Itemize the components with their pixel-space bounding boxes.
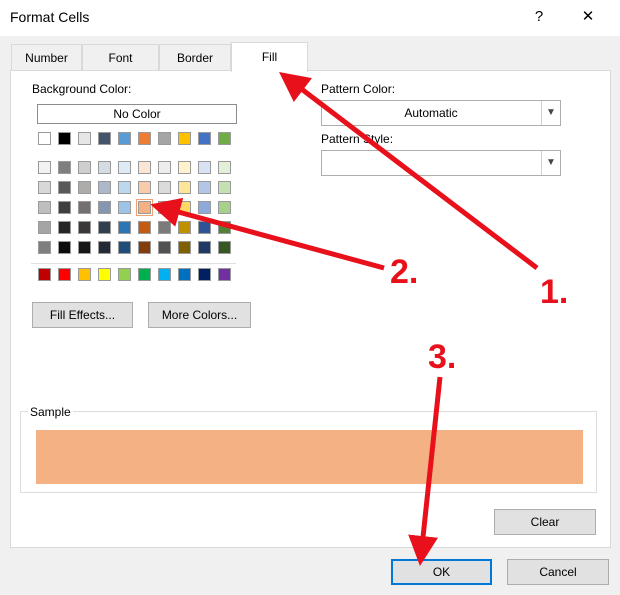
theme-tint-swatch[interactable]: [38, 221, 51, 234]
theme-color-swatch[interactable]: [98, 132, 111, 145]
theme-tint-swatch[interactable]: [218, 241, 231, 254]
background-color-label: Background Color:: [32, 82, 132, 96]
palette-divider: [31, 263, 236, 264]
theme-tint-swatch[interactable]: [158, 161, 171, 174]
theme-color-swatch[interactable]: [78, 132, 91, 145]
theme-tint-swatch[interactable]: [178, 241, 191, 254]
theme-tint-swatch[interactable]: [58, 181, 71, 194]
standard-color-swatch[interactable]: [178, 268, 191, 281]
theme-tint-swatch[interactable]: [178, 181, 191, 194]
theme-tint-swatch[interactable]: [178, 161, 191, 174]
theme-tint-swatch[interactable]: [138, 161, 151, 174]
theme-tint-swatch[interactable]: [198, 161, 211, 174]
more-colors-button[interactable]: More Colors...: [148, 302, 251, 328]
theme-tint-swatch[interactable]: [38, 201, 51, 214]
pattern-style-label: Pattern Style:: [321, 132, 394, 146]
theme-tint-swatch[interactable]: [118, 181, 131, 194]
theme-tint-swatch[interactable]: [58, 241, 71, 254]
pattern-color-value: Automatic: [404, 106, 458, 120]
theme-tint-swatch[interactable]: [138, 221, 151, 234]
tab-border[interactable]: Border: [159, 44, 231, 70]
standard-color-swatch[interactable]: [138, 268, 151, 281]
pattern-color-dropdown[interactable]: Automatic ▼: [321, 100, 561, 126]
theme-tint-swatch[interactable]: [218, 181, 231, 194]
theme-tint-swatch[interactable]: [118, 201, 131, 214]
tab-fill[interactable]: Fill: [231, 42, 308, 72]
theme-tint-swatch[interactable]: [158, 221, 171, 234]
sample-label: Sample: [28, 405, 73, 419]
theme-color-swatch[interactable]: [138, 132, 151, 145]
theme-tint-swatch[interactable]: [218, 201, 231, 214]
theme-tint-swatch[interactable]: [98, 241, 111, 254]
theme-color-swatch[interactable]: [218, 132, 231, 145]
cancel-button[interactable]: Cancel: [507, 559, 609, 585]
theme-tint-swatch[interactable]: [118, 161, 131, 174]
close-button[interactable]: ✕: [577, 6, 599, 28]
theme-tint-swatch[interactable]: [158, 241, 171, 254]
standard-color-swatch[interactable]: [58, 268, 71, 281]
theme-tint-swatch[interactable]: [98, 221, 111, 234]
theme-tint-swatch[interactable]: [98, 201, 111, 214]
help-button[interactable]: ?: [528, 6, 550, 28]
tab-number[interactable]: Number: [11, 44, 82, 70]
theme-tint-swatch[interactable]: [38, 181, 51, 194]
sample-preview: [36, 430, 583, 484]
theme-tint-swatch[interactable]: [78, 241, 91, 254]
theme-tint-swatch[interactable]: [178, 201, 191, 214]
standard-color-swatch[interactable]: [118, 268, 131, 281]
tab-font[interactable]: Font: [82, 44, 159, 70]
clear-button[interactable]: Clear: [494, 509, 596, 535]
theme-tint-swatch[interactable]: [58, 201, 71, 214]
theme-tint-swatch[interactable]: [138, 241, 151, 254]
pattern-style-value: [322, 151, 540, 175]
theme-tint-swatch[interactable]: [78, 161, 91, 174]
theme-tint-swatch[interactable]: [198, 241, 211, 254]
theme-tint-swatch[interactable]: [198, 221, 211, 234]
theme-color-swatch[interactable]: [58, 132, 71, 145]
theme-tint-swatch[interactable]: [158, 201, 171, 214]
theme-tint-swatch[interactable]: [58, 221, 71, 234]
title-bar: Format Cells ? ✕: [0, 0, 620, 36]
theme-tint-swatch[interactable]: [38, 241, 51, 254]
chevron-down-icon[interactable]: ▼: [541, 101, 560, 125]
theme-tint-swatch[interactable]: [78, 221, 91, 234]
fill-effects-button[interactable]: Fill Effects...: [32, 302, 133, 328]
theme-tint-swatch[interactable]: [138, 181, 151, 194]
theme-color-swatch[interactable]: [118, 132, 131, 145]
theme-color-swatch[interactable]: [38, 132, 51, 145]
theme-tint-swatch[interactable]: [78, 181, 91, 194]
standard-color-swatch[interactable]: [38, 268, 51, 281]
dialog-title: Format Cells: [10, 9, 90, 25]
theme-tint-swatch[interactable]: [198, 181, 211, 194]
pattern-style-dropdown[interactable]: ▼: [321, 150, 561, 176]
theme-tint-swatch[interactable]: [218, 161, 231, 174]
theme-color-swatch[interactable]: [198, 132, 211, 145]
standard-color-swatch[interactable]: [198, 268, 211, 281]
theme-tint-swatch[interactable]: [178, 221, 191, 234]
theme-tint-swatch[interactable]: [98, 161, 111, 174]
theme-tint-swatch[interactable]: [118, 221, 131, 234]
theme-tint-swatch[interactable]: [136, 199, 153, 216]
theme-tint-swatch[interactable]: [78, 201, 91, 214]
theme-tint-swatch[interactable]: [118, 241, 131, 254]
theme-color-swatch[interactable]: [178, 132, 191, 145]
theme-tint-swatch[interactable]: [218, 221, 231, 234]
pattern-color-label: Pattern Color:: [321, 82, 396, 96]
standard-color-swatch[interactable]: [218, 268, 231, 281]
theme-tint-swatch[interactable]: [158, 181, 171, 194]
ok-button[interactable]: OK: [391, 559, 492, 585]
theme-tint-swatch[interactable]: [198, 201, 211, 214]
theme-tint-swatch[interactable]: [98, 181, 111, 194]
chevron-down-icon[interactable]: ▼: [541, 151, 560, 175]
theme-tint-swatch[interactable]: [38, 161, 51, 174]
theme-color-swatch[interactable]: [158, 132, 171, 145]
theme-tint-swatch[interactable]: [58, 161, 71, 174]
standard-color-swatch[interactable]: [98, 268, 111, 281]
standard-color-swatch[interactable]: [78, 268, 91, 281]
standard-color-swatch[interactable]: [158, 268, 171, 281]
format-cells-dialog: Format Cells ? ✕ Number Font Border Fill…: [0, 0, 620, 595]
no-color-button[interactable]: No Color: [37, 104, 237, 124]
